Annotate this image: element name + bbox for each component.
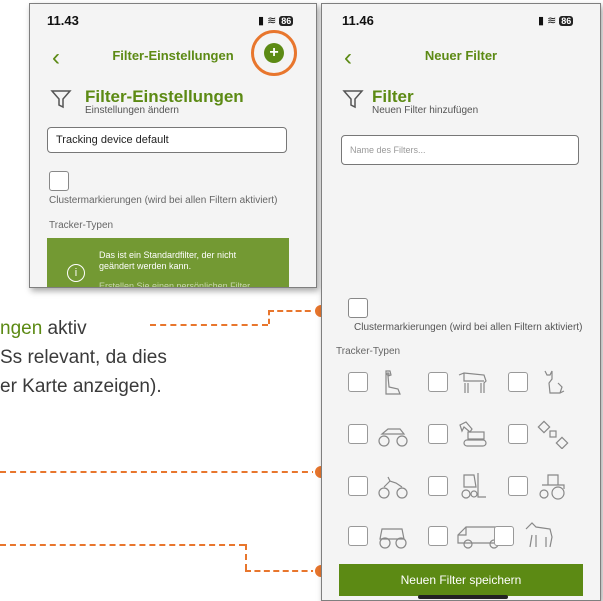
- tracker-option-cat[interactable]: [508, 367, 588, 397]
- satellite-icon: [536, 419, 570, 450]
- tracker-checkbox[interactable]: [348, 476, 368, 496]
- dog-icon: [376, 367, 410, 397]
- section-subtitle: Neuen Filter hinzufügen: [372, 105, 479, 116]
- callout-line-1b: [268, 310, 270, 324]
- status-bar: 11.43 ▮ ≋ 86: [30, 4, 316, 32]
- tracker-option-tractor[interactable]: [508, 471, 588, 501]
- back-chevron-icon[interactable]: ‹: [52, 46, 60, 70]
- save-filter-button[interactable]: Neuen Filter speichern: [339, 564, 583, 596]
- wifi-icon: ≋: [547, 15, 557, 27]
- cluster-checkbox[interactable]: [49, 171, 69, 191]
- utv-icon: [376, 521, 410, 551]
- cluster-label: Clustermarkierungen (wird bei allen Filt…: [49, 195, 278, 206]
- section-subtitle: Einstellungen ändern: [85, 105, 179, 116]
- forklift-icon: [456, 471, 490, 501]
- horse-icon: [522, 521, 556, 551]
- tracker-checkbox[interactable]: [348, 526, 368, 546]
- filter-funnel-icon: [342, 88, 364, 110]
- cluster-label: Clustermarkierungen (wird bei allen Filt…: [354, 322, 583, 333]
- tracker-checkbox[interactable]: [428, 526, 448, 546]
- tracker-option-horse[interactable]: [494, 521, 574, 551]
- tracker-option-satellite[interactable]: [508, 419, 588, 450]
- tracker-checkbox[interactable]: [508, 424, 528, 444]
- home-indicator: [418, 595, 508, 599]
- default-filter-toast: i Das ist ein Standardfilter, der nicht …: [47, 238, 289, 288]
- callout-line-1: [150, 324, 268, 326]
- doc-line-1: ngen aktiv: [0, 318, 87, 340]
- callout-line-3: [0, 544, 245, 546]
- status-bar: 11.46 ▮ ≋ 86: [322, 4, 600, 32]
- battery-icon: 86: [279, 15, 294, 26]
- signal-icon: ▮: [538, 15, 545, 27]
- tracker-checkbox[interactable]: [348, 424, 368, 444]
- tracker-option-excavator[interactable]: [428, 419, 508, 449]
- tracker-row-3: [348, 471, 588, 501]
- atv-icon: [376, 419, 410, 449]
- tracker-option-atv[interactable]: [348, 419, 428, 449]
- tracker-checkbox[interactable]: [508, 476, 528, 496]
- callout-line-2: [0, 471, 318, 473]
- tracker-checkbox[interactable]: [428, 476, 448, 496]
- section-title: Filter: [372, 87, 414, 106]
- status-time: 11.46: [342, 13, 374, 28]
- back-chevron-icon[interactable]: ‹: [344, 46, 352, 70]
- section-title: Filter-Einstellungen: [85, 87, 244, 106]
- tracker-option-quad[interactable]: [348, 471, 428, 501]
- nav-title: Filter-Einstellungen: [112, 48, 234, 63]
- plus-circle-icon: +: [264, 43, 284, 63]
- nav-title: Neuer Filter: [424, 48, 498, 63]
- status-icons: ▮ ≋ 86: [258, 14, 294, 27]
- filter-funnel-icon: [50, 88, 72, 110]
- filter-name-input[interactable]: Tracking device default: [47, 127, 287, 153]
- tracker-option-dog[interactable]: [348, 367, 428, 397]
- doc-line-2: Ss relevant, da dies: [0, 347, 167, 368]
- filter-name-input[interactable]: Name des Filters...: [341, 135, 579, 165]
- tracker-checkbox[interactable]: [508, 372, 528, 392]
- battery-icon: 86: [559, 15, 574, 26]
- cat-icon: [536, 367, 570, 397]
- tracker-checkbox[interactable]: [348, 372, 368, 392]
- add-filter-button[interactable]: +: [251, 30, 297, 76]
- tracker-option-utv[interactable]: [348, 521, 428, 551]
- tracker-checkbox[interactable]: [494, 526, 514, 546]
- right-phone-screen: 11.46 ▮ ≋ 86 ‹ Neuer Filter Filter Neuen…: [321, 3, 601, 601]
- toast-text: Das ist ein Standardfilter, der nicht ge…: [99, 250, 237, 271]
- info-icon: i: [67, 264, 85, 282]
- callout-line-3b: [245, 544, 247, 570]
- tracker-option-cow[interactable]: [428, 367, 508, 397]
- tractor-icon: [536, 471, 570, 501]
- cluster-checkbox[interactable]: [348, 298, 368, 318]
- tracker-row-1: [348, 367, 588, 397]
- toast-partial-text: Erstellen Sie einen persönlichen Filter: [99, 281, 251, 288]
- doc-line-1-green: ngen: [0, 318, 43, 339]
- tracker-row-4: [348, 521, 574, 551]
- tracker-option-forklift[interactable]: [428, 471, 508, 501]
- wifi-icon: ≋: [267, 15, 277, 27]
- tracker-types-label: Tracker-Typen: [336, 346, 401, 357]
- status-time: 11.43: [47, 13, 79, 28]
- callout-line-3c: [245, 570, 317, 572]
- tracker-types-label: Tracker-Typen: [49, 220, 114, 231]
- left-phone-screen: 11.43 ▮ ≋ 86 ‹ Filter-Einstellungen + Fi…: [29, 3, 317, 288]
- doc-line-3: er Karte anzeigen).: [0, 376, 162, 397]
- excavator-icon: [456, 419, 490, 449]
- tracker-checkbox[interactable]: [428, 424, 448, 444]
- tracker-checkbox[interactable]: [428, 372, 448, 392]
- cow-icon: [456, 367, 490, 397]
- tracker-row-2: [348, 419, 588, 450]
- signal-icon: ▮: [258, 15, 265, 27]
- quad-icon: [376, 471, 410, 501]
- doc-line-1-rest: aktiv: [42, 318, 87, 339]
- status-icons: ▮ ≋ 86: [538, 14, 574, 27]
- filter-name-placeholder: Name des Filters...: [350, 145, 426, 155]
